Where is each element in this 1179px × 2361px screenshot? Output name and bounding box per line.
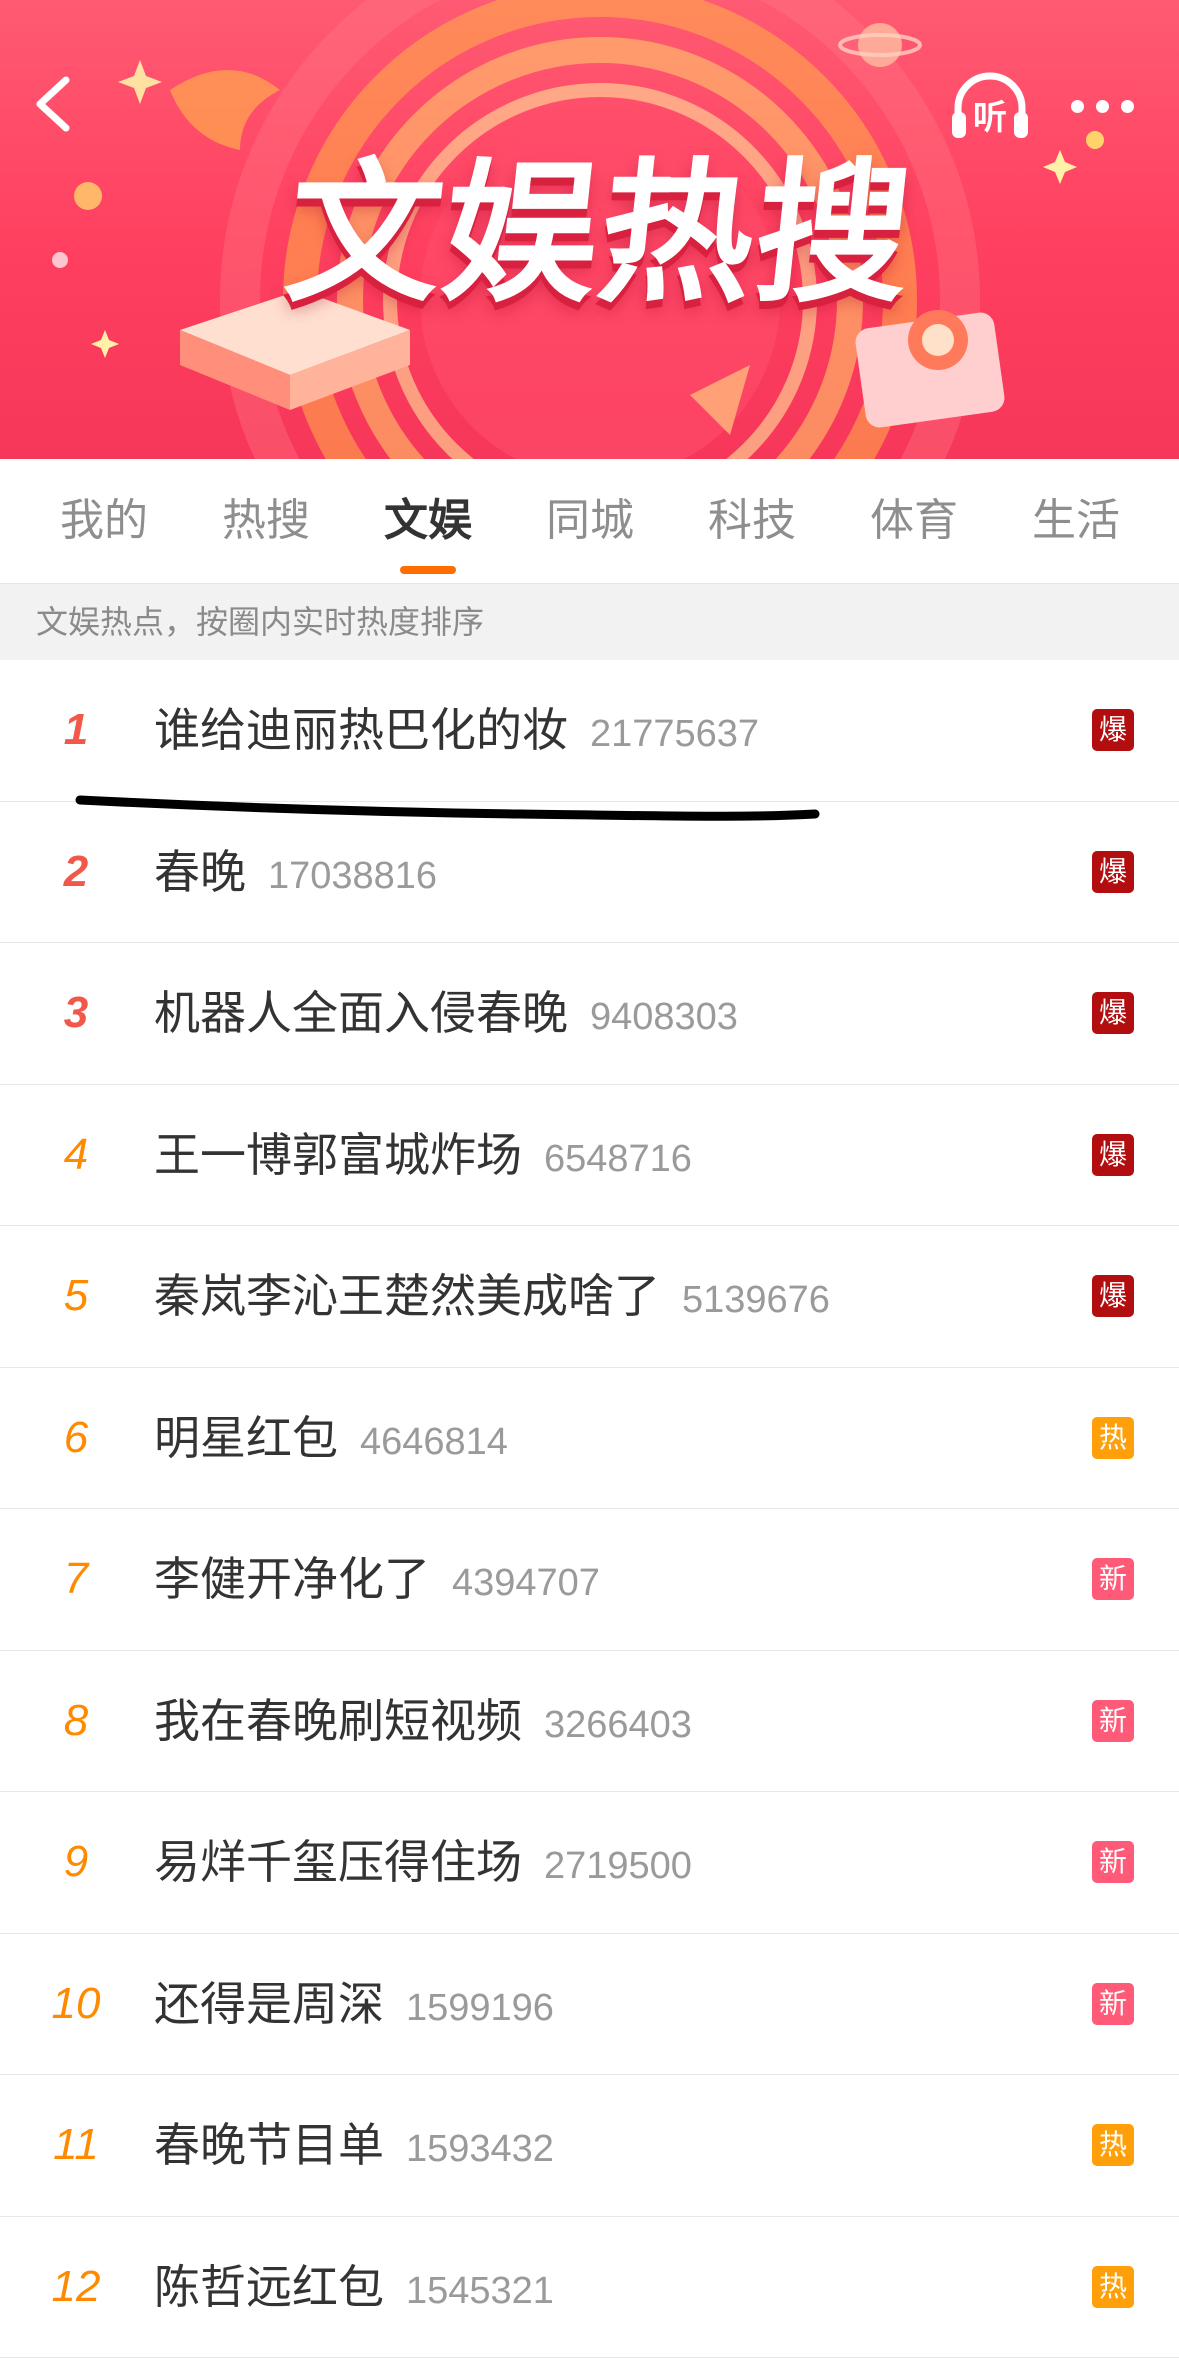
item-title-line: 王一博郭富城炸场 6548716 (154, 1085, 692, 1225)
item-title-line: 明星红包 4646814 (154, 1368, 508, 1508)
list-item[interactable]: 11 春晚节目单 1593432 热 (0, 2075, 1179, 2217)
heat-count: 4394707 (452, 1562, 600, 1604)
item-title-line: 春晚节目单 1593432 (154, 2075, 554, 2215)
status-badge: 新 (1092, 1982, 1134, 2025)
heat-count: 4646814 (360, 1420, 508, 1463)
item-title[interactable]: 王一博郭富城炸场 (154, 1128, 522, 1182)
rank-number: 10 (51, 1978, 101, 2028)
back-button[interactable] (22, 68, 82, 140)
rank-number: 12 (51, 2261, 101, 2311)
status-badge: 爆 (1092, 1275, 1134, 1318)
status-badge: 新 (1092, 1558, 1134, 1601)
item-title[interactable]: 春晚 (154, 845, 246, 899)
item-title[interactable]: 易烊千玺压得住场 (154, 1835, 522, 1889)
item-title-line: 陈哲远红包 1545321 (154, 2217, 554, 2357)
item-title-line: 机器人全面入侵春晚 9408303 (154, 943, 738, 1083)
item-title-line: 春晚 17038816 (154, 802, 437, 942)
rank-number: 8 (63, 1695, 89, 1745)
list-item[interactable]: 3 机器人全面入侵春晚 9408303 爆 (0, 943, 1179, 1085)
item-title-line: 易烊千玺压得住场 2719500 (154, 1792, 692, 1932)
item-title[interactable]: 还得是周深 (154, 1977, 384, 2031)
rank-number: 2 (63, 846, 89, 896)
listen-label: 听 (973, 98, 1007, 138)
heat-count: 3266403 (544, 1703, 692, 1746)
item-title-line: 谁给迪丽热巴化的妆 21775637 (154, 660, 759, 800)
status-badge: 爆 (1092, 850, 1134, 893)
more-dot (1120, 99, 1134, 113)
rank-number: 4 (63, 1129, 89, 1179)
chevron-left-icon (36, 76, 70, 132)
item-title[interactable]: 秦岚李沁王楚然美成啥了 (154, 1269, 660, 1323)
heat-count: 5139676 (682, 1279, 830, 1321)
heat-count: 17038816 (268, 854, 438, 897)
item-title[interactable]: 机器人全面入侵春晚 (154, 986, 568, 1040)
status-badge: 新 (1092, 1699, 1134, 1742)
list-item[interactable]: 1 谁给迪丽热巴化的妆 21775637 爆 (0, 660, 1179, 802)
list-item[interactable]: 10 还得是周深 1599196 新 (0, 1934, 1179, 2075)
rank-number: 5 (63, 1271, 89, 1320)
tab-hot-search[interactable]: 热搜 (196, 459, 336, 583)
category-tabs: 我的 热搜 文娱 同城 科技 体育 生活 (0, 459, 1179, 584)
active-tab-indicator (400, 566, 456, 574)
item-title-line: 我在春晚刷短视频 3266403 (154, 1651, 692, 1791)
status-badge: 爆 (1092, 1133, 1134, 1176)
heat-count: 2719500 (544, 1845, 692, 1887)
rank-number: 9 (63, 1837, 89, 1886)
status-badge: 热 (1092, 1416, 1134, 1459)
rank-number: 7 (63, 1554, 89, 1603)
list-item[interactable]: 5 秦岚李沁王楚然美成啥了 5139676 爆 (0, 1226, 1179, 1368)
list-item[interactable]: 8 我在春晚刷短视频 3266403 新 (0, 1651, 1179, 1792)
more-dots-icon (1070, 99, 1084, 113)
tab-mine[interactable]: 我的 (34, 459, 174, 583)
item-title-line: 秦岚李沁王楚然美成啥了 5139676 (154, 1226, 830, 1366)
rank-number: 1 (63, 705, 89, 754)
heat-count: 1599196 (406, 1986, 554, 2029)
hot-search-list: 1 谁给迪丽热巴化的妆 21775637 爆 2 春晚 17038816 爆 3 机器人全面入侵春… (0, 660, 1179, 2358)
heat-count: 21775637 (590, 713, 760, 755)
more-button[interactable] (1062, 84, 1142, 128)
page-title: 文娱热搜 (278, 145, 922, 324)
tab-sports[interactable]: 体育 (844, 459, 984, 583)
item-title[interactable]: 李健开净化了 (154, 1552, 430, 1606)
heat-count: 9408303 (590, 996, 738, 1038)
heat-count: 1545321 (406, 2269, 554, 2312)
list-item[interactable]: 2 春晚 17038816 爆 (0, 802, 1179, 943)
item-title[interactable]: 我在春晚刷短视频 (154, 1694, 522, 1748)
ranking-hint: 文娱热点，按圈内实时热度排序 (0, 584, 1179, 660)
item-title[interactable]: 陈哲远红包 (154, 2260, 384, 2314)
more-dot (1095, 99, 1109, 113)
status-badge: 爆 (1092, 709, 1134, 752)
item-title-line: 李健开净化了 4394707 (154, 1509, 600, 1649)
rank-number: 11 (53, 2120, 99, 2169)
list-item[interactable]: 4 王一博郭富城炸场 6548716 爆 (0, 1085, 1179, 1226)
list-item[interactable]: 9 易烊千玺压得住场 2719500 新 (0, 1792, 1179, 1934)
rank-number: 3 (63, 988, 89, 1037)
tab-life[interactable]: 生活 (1006, 459, 1146, 583)
header-banner: 文娱热搜 听 (0, 0, 1179, 459)
rank-number: 6 (63, 1412, 89, 1462)
heat-count: 6548716 (544, 1137, 692, 1180)
tab-entertainment[interactable]: 文娱 (358, 459, 498, 583)
item-title-line: 还得是周深 1599196 (154, 1934, 554, 2074)
list-item[interactable]: 7 李健开净化了 4394707 新 (0, 1509, 1179, 1651)
status-badge: 热 (1092, 2124, 1134, 2167)
status-badge: 爆 (1092, 992, 1134, 1035)
item-title[interactable]: 春晚节目单 (154, 2118, 384, 2172)
list-item[interactable]: 12 陈哲远红包 1545321 热 (0, 2217, 1179, 2358)
listen-button[interactable]: 听 (948, 68, 1032, 144)
item-title[interactable]: 谁给迪丽热巴化的妆 (154, 703, 568, 757)
status-badge: 热 (1092, 2265, 1134, 2308)
tab-tech[interactable]: 科技 (682, 459, 822, 583)
tab-local[interactable]: 同城 (520, 459, 660, 583)
list-item[interactable]: 6 明星红包 4646814 热 (0, 1368, 1179, 1509)
status-badge: 新 (1092, 1841, 1134, 1884)
item-title[interactable]: 明星红包 (154, 1411, 338, 1465)
heat-count: 1593432 (406, 2128, 554, 2170)
